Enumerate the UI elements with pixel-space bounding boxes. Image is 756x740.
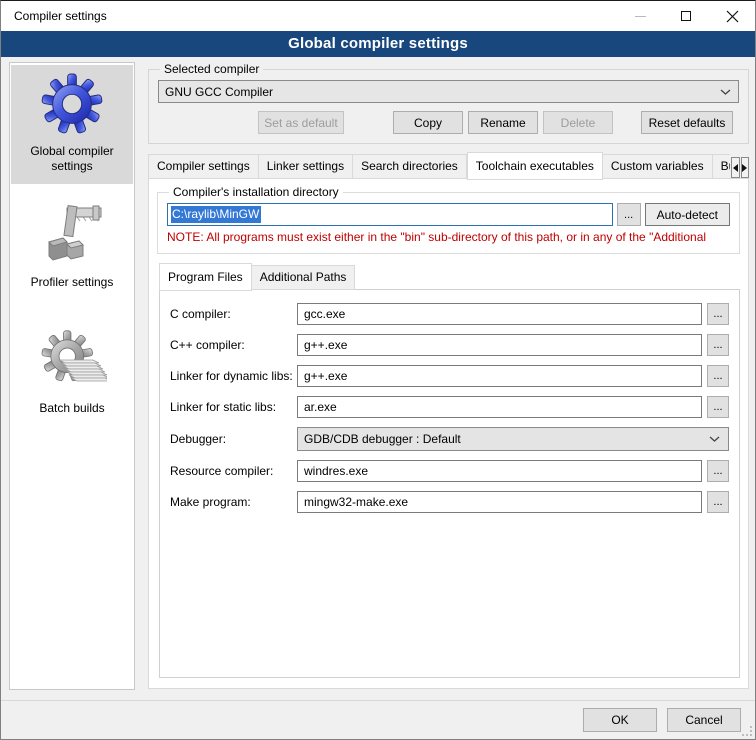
blue-gear-icon (40, 73, 104, 135)
main-content: Selected compiler GNU GCC Compiler Set a… (141, 62, 749, 689)
arrow-left-icon (733, 164, 738, 172)
make-program-label: Make program: (170, 495, 297, 509)
tab-toolchain-executables[interactable]: Toolchain executables (467, 152, 603, 180)
sidebar-item-label: Batch builds (13, 401, 131, 416)
make-program-browse-button[interactable]: ... (707, 491, 729, 513)
footer-actions: OK Cancel (583, 708, 741, 732)
installation-directory-browse-button[interactable]: ... (617, 203, 641, 226)
c-compiler-label: C compiler: (170, 307, 297, 321)
maximize-button[interactable] (663, 1, 709, 31)
delete-button[interactable]: Delete (543, 111, 613, 134)
resource-compiler-label: Resource compiler: (170, 464, 297, 478)
tab-custom-variables[interactable]: Custom variables (603, 154, 713, 179)
bin-subdirectory-note: NOTE: All programs must exist either in … (167, 230, 730, 244)
copy-button[interactable]: Copy (393, 111, 463, 134)
footer-divider (1, 700, 755, 701)
debugger-select-value: GDB/CDB debugger : Default (304, 432, 461, 446)
tab-program-files[interactable]: Program Files (159, 263, 252, 291)
tab-additional-paths[interactable]: Additional Paths (252, 265, 356, 290)
grey-gear-paper-stack-icon (37, 330, 107, 392)
sidebar-item-global-compiler-settings[interactable]: Global compiler settings (11, 65, 133, 184)
installation-directory-group: Compiler's installation directory C:\ray… (157, 185, 740, 254)
static-linker-row: Linker for static libs: ... (170, 396, 729, 418)
close-icon (726, 10, 739, 23)
tab-compiler-settings[interactable]: Compiler settings (148, 154, 259, 179)
minimize-button[interactable] (617, 1, 663, 31)
dynamic-linker-label: Linker for dynamic libs: (170, 369, 297, 383)
make-program-row: Make program: ... (170, 491, 729, 513)
compiler-select-value: GNU GCC Compiler (165, 85, 273, 99)
tab-scroll-right-button[interactable] (741, 157, 750, 178)
dynamic-linker-row: Linker for dynamic libs: ... (170, 365, 729, 387)
title-bar: Compiler settings (1, 1, 755, 31)
rename-button[interactable]: Rename (468, 111, 538, 134)
program-files-tab-bar: Program Files Additional Paths (159, 263, 748, 290)
cpp-compiler-label: C++ compiler: (170, 338, 297, 352)
selected-compiler-group: Selected compiler GNU GCC Compiler Set a… (148, 62, 749, 144)
settings-tab-bar: Compiler settings Linker settings Search… (148, 152, 749, 179)
selected-compiler-legend: Selected compiler (160, 62, 263, 76)
caliper-icon (37, 204, 107, 266)
installation-directory-row: C:\raylib\MinGW ... Auto-detect (167, 203, 730, 226)
cpp-compiler-browse-button[interactable]: ... (707, 334, 729, 356)
program-files-panel: C compiler: ... C++ compiler: ... Linker… (159, 289, 740, 678)
dynamic-linker-browse-button[interactable]: ... (707, 365, 729, 387)
settings-sidebar: Global compiler settings Profiler (9, 62, 135, 690)
sidebar-item-profiler-settings[interactable]: Profiler settings (11, 196, 133, 300)
resize-grip-icon[interactable] (742, 726, 752, 736)
minimize-icon (635, 16, 646, 17)
ok-button[interactable]: OK (583, 708, 657, 732)
static-linker-label: Linker for static libs: (170, 400, 297, 414)
debugger-label: Debugger: (170, 432, 297, 446)
close-button[interactable] (709, 1, 755, 31)
auto-detect-button[interactable]: Auto-detect (645, 203, 730, 226)
tab-search-directories[interactable]: Search directories (353, 154, 467, 179)
c-compiler-input[interactable] (297, 303, 702, 325)
toolchain-executables-panel: Compiler's installation directory C:\ray… (148, 178, 749, 689)
dynamic-linker-input[interactable] (297, 365, 702, 387)
sidebar-item-batch-builds[interactable]: Batch builds (11, 322, 133, 426)
installation-directory-value: C:\raylib\MinGW (171, 206, 261, 223)
maximize-icon (681, 11, 691, 21)
page-title: Global compiler settings (1, 31, 755, 57)
tab-linker-settings[interactable]: Linker settings (259, 154, 353, 179)
c-compiler-row: C compiler: ... (170, 303, 729, 325)
dialog-body: Global compiler settings Profiler (1, 57, 755, 739)
sidebar-item-label: Global compiler settings (13, 144, 131, 174)
compiler-settings-window: Compiler settings Global compiler settin… (0, 0, 756, 740)
sidebar-item-label: Profiler settings (13, 275, 131, 290)
chevron-down-icon (720, 89, 731, 95)
debugger-select[interactable]: GDB/CDB debugger : Default (297, 427, 729, 451)
resource-compiler-input[interactable] (297, 460, 702, 482)
installation-directory-legend: Compiler's installation directory (169, 185, 343, 199)
c-compiler-browse-button[interactable]: ... (707, 303, 729, 325)
window-title: Compiler settings (1, 9, 617, 23)
chevron-down-icon (709, 436, 720, 442)
installation-directory-input[interactable]: C:\raylib\MinGW (167, 203, 613, 226)
tab-build-options[interactable]: Build options (713, 154, 730, 179)
debugger-row: Debugger: GDB/CDB debugger : Default (170, 427, 729, 451)
cancel-button[interactable]: Cancel (667, 708, 741, 732)
cpp-compiler-row: C++ compiler: ... (170, 334, 729, 356)
reset-defaults-button[interactable]: Reset defaults (641, 111, 733, 134)
resource-compiler-browse-button[interactable]: ... (707, 460, 729, 482)
static-linker-input[interactable] (297, 396, 702, 418)
static-linker-browse-button[interactable]: ... (707, 396, 729, 418)
tab-scroll-left-button[interactable] (731, 157, 740, 178)
make-program-input[interactable] (297, 491, 702, 513)
compiler-select[interactable]: GNU GCC Compiler (158, 80, 739, 103)
resource-compiler-row: Resource compiler: ... (170, 460, 729, 482)
compiler-actions: Set as default Copy Rename Delete Reset … (158, 111, 739, 134)
set-as-default-button[interactable]: Set as default (258, 111, 344, 134)
arrow-right-icon (742, 164, 747, 172)
cpp-compiler-input[interactable] (297, 334, 702, 356)
